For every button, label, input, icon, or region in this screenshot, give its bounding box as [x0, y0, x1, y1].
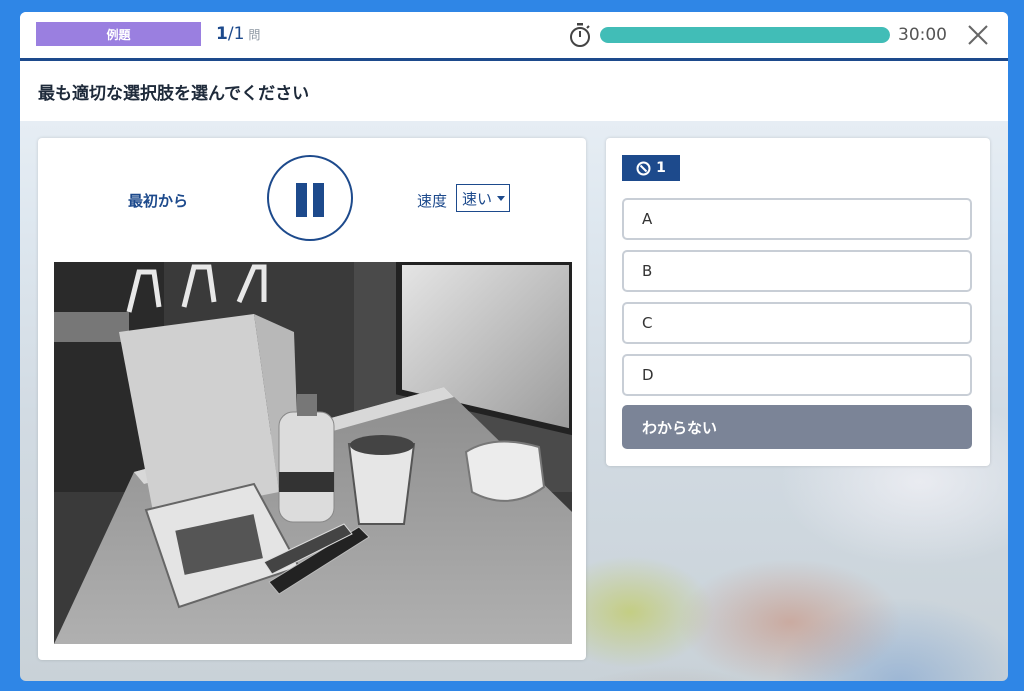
pause-button[interactable] — [267, 155, 353, 241]
speed-value: 速い — [462, 189, 493, 208]
pause-icon — [296, 183, 307, 217]
option-a[interactable]: A — [622, 198, 972, 240]
restart-button[interactable]: 最初から — [128, 190, 188, 211]
speed-select[interactable]: 速い — [456, 184, 510, 212]
app-window: 例題 1/1 問 30:00 最も適切な選択肢を選んでください 最初から 速度 速 — [20, 12, 1008, 681]
timer-progress-fill — [600, 27, 890, 43]
counter-total: /1 — [227, 24, 245, 44]
pause-icon — [313, 183, 324, 217]
close-icon[interactable] — [964, 21, 992, 49]
chevron-down-icon — [497, 196, 505, 201]
search-icon — [636, 161, 651, 175]
instruction-text: 最も適切な選択肢を選んでください — [38, 84, 310, 104]
example-badge: 例題 — [36, 22, 201, 46]
counter-current: 1 — [216, 24, 228, 44]
answer-card: 1 A B C D わからない — [606, 138, 990, 466]
question-photo — [54, 262, 572, 644]
option-b[interactable]: B — [622, 250, 972, 292]
unknown-button[interactable]: わからない — [622, 405, 972, 449]
stopwatch-icon — [570, 23, 590, 47]
option-d[interactable]: D — [622, 354, 972, 396]
counter-unit: 問 — [248, 28, 261, 42]
option-c[interactable]: C — [622, 302, 972, 344]
question-number: 1 — [656, 160, 666, 176]
timer-progress-bar — [600, 27, 890, 43]
audio-player-card: 最初から 速度 速い — [38, 138, 586, 660]
question-number-badge: 1 — [622, 155, 680, 181]
speed-label: 速度 — [417, 192, 448, 210]
instruction-bar: 最も適切な選択肢を選んでください — [20, 61, 1008, 121]
question-counter: 1/1 問 — [216, 24, 260, 44]
top-bar: 例題 1/1 問 30:00 — [20, 12, 1008, 61]
timer-text: 30:00 — [898, 25, 947, 45]
